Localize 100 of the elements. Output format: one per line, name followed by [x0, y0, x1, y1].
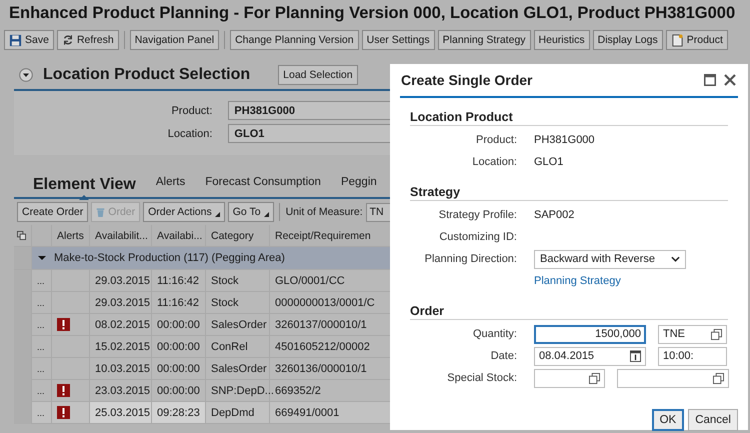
dialog-title: Create Single Order — [400, 72, 534, 88]
table-cell: 3260137/000010/1 — [275, 318, 367, 330]
table-cell: SalesOrder — [211, 318, 267, 330]
table-cell: 11:16:42 — [157, 296, 200, 308]
input-field[interactable] — [617, 368, 729, 388]
copy-icon[interactable] — [17, 231, 26, 240]
table-cell: 09:28:23 — [157, 406, 200, 418]
value-help-icon[interactable] — [713, 372, 724, 384]
table-cell: SNP:DepD... — [211, 384, 274, 396]
row-menu[interactable]: ... — [37, 298, 45, 308]
planning-strategy-link[interactable]: Planning Strategy — [534, 275, 621, 287]
table-cell: GLO/0001/CC — [275, 274, 345, 286]
input-field[interactable]: PH381G000 — [228, 101, 390, 120]
input-field[interactable]: 08.04.2015 — [534, 346, 646, 366]
tab[interactable]: Peggin — [340, 176, 377, 188]
field-label: Location: — [472, 156, 517, 168]
field-value: GLO1 — [534, 156, 564, 168]
column-header[interactable]: Alerts — [57, 230, 84, 242]
dialog-button[interactable]: OK — [652, 409, 684, 431]
section-title: Location Product Selection — [43, 66, 250, 84]
table-cell: DepDmd — [211, 406, 254, 418]
row-menu[interactable]: ... — [37, 320, 45, 330]
value-help-icon[interactable] — [589, 372, 600, 384]
table-cell: 10.03.2015 — [95, 362, 150, 374]
toolbar-button[interactable]: Display Logs — [592, 30, 663, 50]
table-row[interactable]: ... 23.03.2015 00:00:00 SNP:DepD...669352/2 — [32, 380, 390, 402]
row-menu[interactable]: ... — [37, 408, 45, 418]
input-field[interactable]: 10:00: — [658, 346, 727, 366]
field-label: Strategy Profile: — [438, 209, 517, 221]
action-button[interactable]: Order Actions — [143, 202, 225, 222]
action-button[interactable]: Go To — [228, 202, 274, 222]
input-field[interactable] — [534, 368, 605, 388]
caret-icon — [264, 212, 269, 217]
section-title: Order — [410, 304, 444, 318]
table-row[interactable]: ... 08.02.2015 00:00:00 SalesOrder 3260137/000010/1 — [32, 314, 390, 336]
table-cell: 11:16:42 — [157, 274, 200, 286]
row-menu[interactable]: ... — [37, 276, 45, 286]
field-label: Customizing ID: — [439, 231, 517, 243]
table-cell: 669491/0001 — [275, 406, 340, 418]
field-label: Product: — [170, 104, 212, 116]
maximize-icon[interactable] — [704, 74, 716, 86]
table-cell: 4501605212/00002 — [275, 340, 370, 352]
table-cell: ConRel — [211, 340, 248, 352]
close-icon[interactable] — [724, 74, 736, 86]
collapse-toggle-icon[interactable] — [19, 68, 33, 82]
table-cell: 00:00:00 — [157, 384, 200, 396]
dialog-button[interactable]: Cancel — [688, 409, 738, 431]
toolbar-button[interactable]: User Settings — [362, 30, 435, 50]
table-cell: 25.03.2015 — [95, 406, 150, 418]
action-button[interactable]: Create Order — [17, 202, 88, 222]
toolbar-button[interactable]: Heuristics — [534, 30, 590, 50]
field-label: Planning Direction: — [424, 253, 517, 265]
calendar-icon[interactable] — [630, 350, 641, 362]
value-help-icon[interactable] — [711, 328, 722, 340]
row-menu[interactable]: ... — [37, 342, 45, 352]
table-cell: Stock — [211, 296, 239, 308]
column-header[interactable]: Receipt/Requiremen — [275, 230, 371, 242]
input-field[interactable]: TNE — [658, 324, 727, 344]
row-menu[interactable]: ... — [37, 386, 45, 396]
table-cell: 00:00:00 — [157, 318, 200, 330]
table-row[interactable]: ... 29.03.2015 11:16:42 Stock 0000000013/0001/C — [32, 292, 390, 314]
table-row[interactable]: ... 25.03.2015 09:28:23 DepDmd 669491/0001 — [32, 402, 390, 424]
expand-caret-icon[interactable] — [38, 254, 46, 262]
column-header[interactable]: Availabilit... — [95, 230, 148, 242]
table-row[interactable]: ... 29.03.2015 11:16:42 Stock GLO/0001/CC — [32, 270, 390, 292]
tab[interactable]: Alerts — [156, 176, 186, 188]
input-field[interactable]: GLO1 — [228, 124, 390, 143]
toolbar-button[interactable]: Change Planning Version — [230, 30, 359, 50]
field-value: SAP002 — [534, 209, 574, 221]
toolbar-button[interactable]: Navigation Panel — [130, 30, 220, 50]
table-cell: 23.03.2015 — [95, 384, 150, 396]
input-field[interactable]: 1500,000 — [534, 324, 646, 344]
table-cell: 00:00:00 — [157, 340, 200, 352]
section-title: Strategy — [410, 185, 460, 199]
unit-field[interactable]: TN — [366, 202, 390, 222]
table-cell: 0000000013/0001/C — [275, 296, 375, 308]
load-selection-button[interactable]: Load Selection — [278, 65, 358, 85]
chevron-down-icon — [671, 256, 680, 262]
dropdown[interactable]: Backward with Reverse — [534, 250, 686, 268]
table-row[interactable]: ... 10.03.2015 00:00:00 SalesOrder 3260136/000010/1 — [32, 358, 390, 380]
row-menu[interactable]: ... — [37, 364, 45, 374]
caret-icon — [214, 212, 220, 217]
window-title: Enhanced Product Planning - For Planning Version 000, Location GLO1, Product PH381G000 — [9, 4, 736, 23]
tab[interactable]: Element View — [33, 170, 136, 200]
table-cell: 669352/2 — [275, 384, 321, 396]
table-row[interactable]: ... 15.02.2015 00:00:00 ConRel 4501605212/00002 — [32, 336, 390, 358]
tab[interactable]: Forecast Consumption — [205, 176, 321, 188]
table-cell: SalesOrder — [211, 362, 267, 374]
section-title: Location Product — [410, 110, 513, 124]
table-cell: 3260136/000010/1 — [275, 362, 367, 374]
toolbar-button[interactable]: Product — [666, 30, 728, 50]
toolbar-button[interactable]: Save — [4, 30, 54, 50]
table-cell: 29.03.2015 — [95, 296, 150, 308]
toolbar-button[interactable]: Refresh — [56, 30, 119, 50]
column-header[interactable]: Category — [211, 230, 254, 242]
field-label: Quantity: — [472, 328, 517, 340]
field-label: Date: — [490, 350, 517, 362]
toolbar-button[interactable]: Planning Strategy — [438, 30, 531, 50]
table-cell: 08.02.2015 — [95, 318, 150, 330]
column-header[interactable]: Availabi... — [157, 230, 202, 242]
